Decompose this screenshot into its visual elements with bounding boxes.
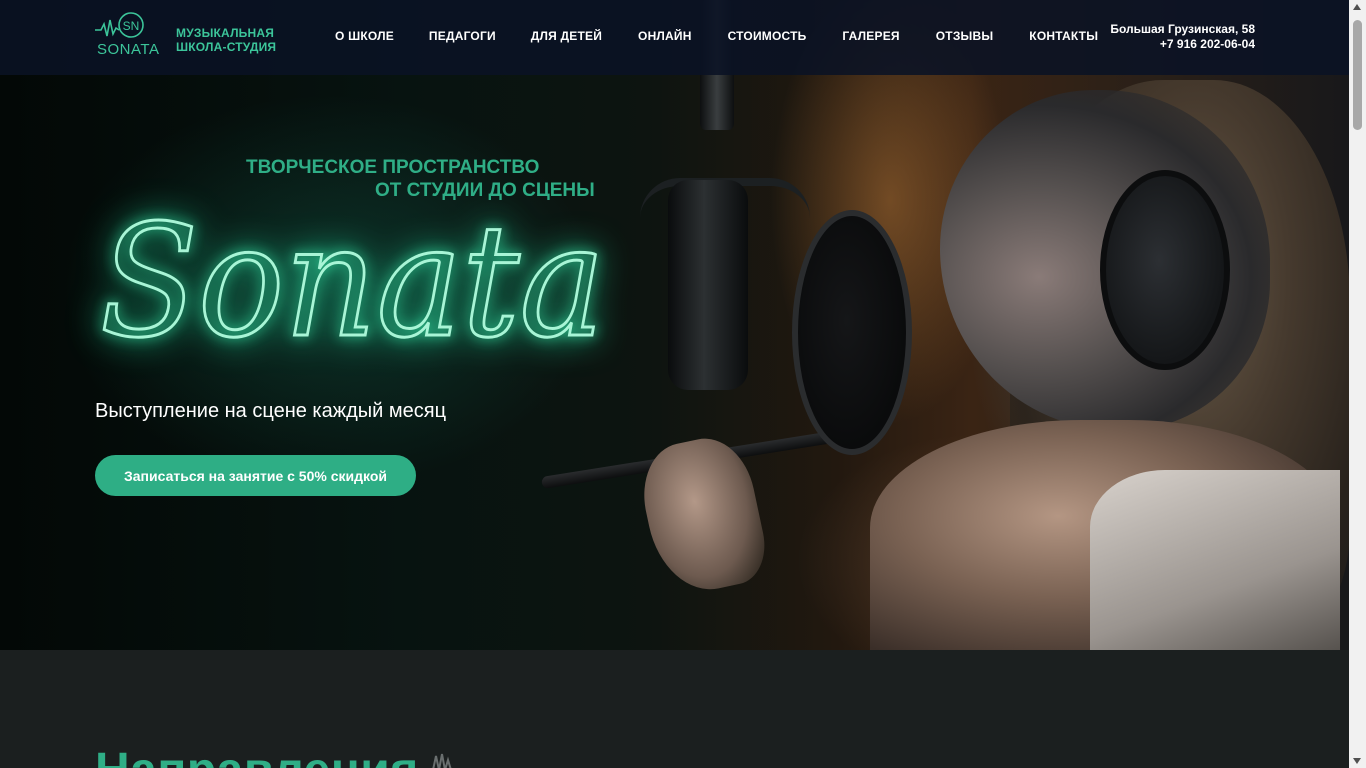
tagline-line-2: ШКОЛА-СТУДИЯ <box>176 40 277 54</box>
studio-microphone <box>668 180 748 390</box>
nav-item-teachers[interactable]: ПЕДАГОГИ <box>429 29 496 43</box>
soundwave-decoration-icon <box>432 753 452 768</box>
nav-item-online[interactable]: ОНЛАЙН <box>638 29 692 43</box>
hero-subtitle-line-1: ТВОРЧЕСКОЕ ПРОСТРАНСТВО <box>246 157 540 178</box>
nav-item-kids[interactable]: ДЛЯ ДЕТЕЙ <box>531 29 602 43</box>
headphones <box>1100 170 1230 370</box>
logo-soundwave-icon: SN <box>95 12 144 38</box>
pop-filter <box>792 210 912 455</box>
header-contact: Большая Грузинская, 58 +7 916 202-06-04 <box>1110 22 1255 52</box>
tagline-line-1: МУЗЫКАЛЬНАЯ <box>176 26 275 40</box>
singer-top <box>1090 470 1340 660</box>
scrollbar-thumb[interactable] <box>1353 20 1362 130</box>
neon-logo-title: Sonata <box>95 190 615 374</box>
page: SN SONATA МУЗЫКАЛЬНАЯ ШКОЛА-СТУДИЯ О ШКО… <box>0 0 1366 768</box>
directions-section: Направления <box>0 650 1349 768</box>
nav-item-pricing[interactable]: СТОИМОСТЬ <box>728 29 807 43</box>
nav-item-about[interactable]: О ШКОЛЕ <box>335 29 394 43</box>
logo-wordmark: SONATA <box>97 41 160 58</box>
main-nav: О ШКОЛЕ ПЕДАГОГИ ДЛЯ ДЕТЕЙ ОНЛАЙН СТОИМО… <box>335 29 1098 43</box>
nav-item-contacts[interactable]: КОНТАКТЫ <box>1029 29 1098 43</box>
neon-title-text: Sonata <box>100 191 605 372</box>
page-scrollbar[interactable] <box>1349 0 1366 768</box>
site-header: SN SONATA МУЗЫКАЛЬНАЯ ШКОЛА-СТУДИЯ О ШКО… <box>0 0 1349 75</box>
phone-link[interactable]: +7 916 202-06-04 <box>1110 37 1255 52</box>
address: Большая Грузинская, 58 <box>1110 22 1255 36</box>
nav-item-reviews[interactable]: ОТЗЫВЫ <box>936 29 994 43</box>
signup-discount-button[interactable]: Записаться на занятие с 50% скидкой <box>95 455 416 496</box>
logo-monogram: SN <box>123 19 140 33</box>
scroll-up-arrow-icon[interactable] <box>1353 4 1361 10</box>
brand-tagline: МУЗЫКАЛЬНАЯ ШКОЛА-СТУДИЯ <box>176 26 276 54</box>
nav-item-gallery[interactable]: ГАЛЕРЕЯ <box>842 29 899 43</box>
hero-description: Выступление на сцене каждый месяц <box>95 400 447 422</box>
logo[interactable]: SN SONATA <box>95 10 165 60</box>
section-title: Направления <box>95 743 419 768</box>
scroll-down-arrow-icon[interactable] <box>1353 758 1361 764</box>
